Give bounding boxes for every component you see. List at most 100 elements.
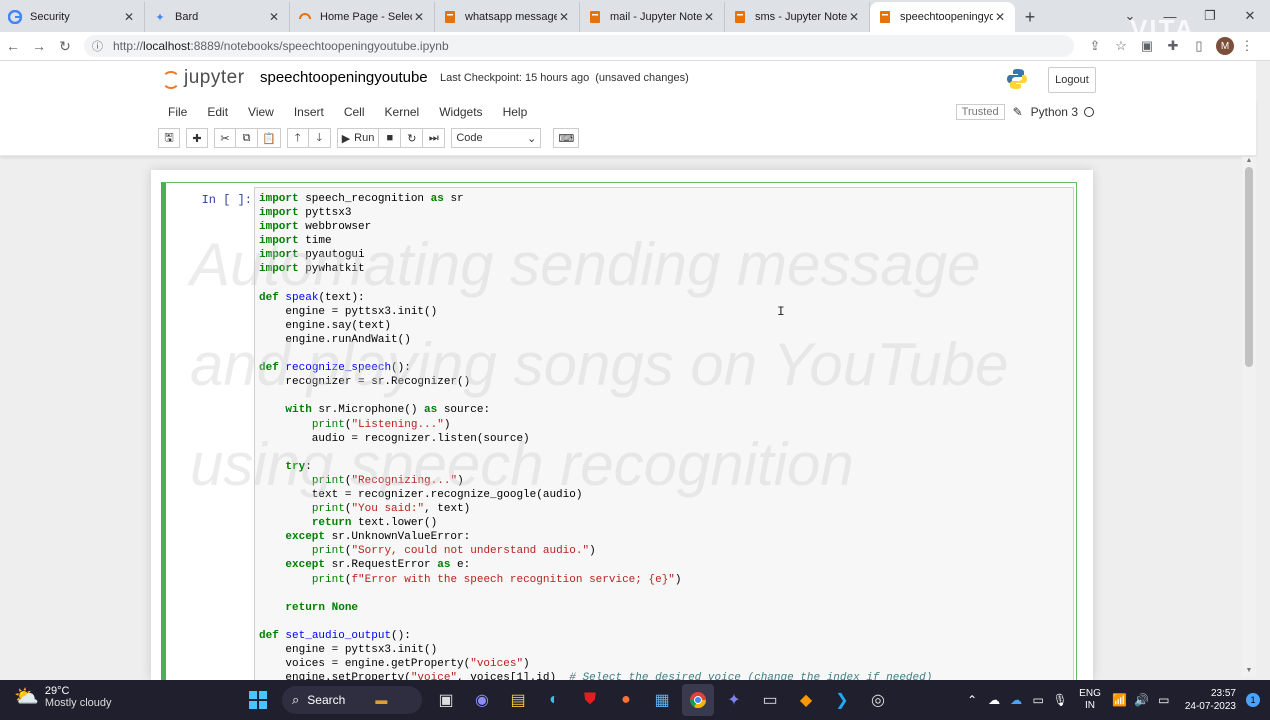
notebook-name[interactable]: speechtoopeningyoutube — [260, 69, 428, 86]
scissors-icon: ✂ — [220, 132, 230, 145]
move-up-button[interactable]: 🡑 — [286, 128, 309, 148]
close-icon[interactable]: ✕ — [122, 10, 136, 24]
browser-tab-whatsapp[interactable]: whatsapp message - ✕ — [435, 2, 580, 32]
menu-widgets[interactable]: Widgets — [429, 105, 492, 119]
code-cell[interactable]: In [ ]: import speech_recognition as sr i… — [161, 182, 1077, 680]
volume-icon[interactable]: 🔊 — [1131, 684, 1153, 716]
kernel-name: Python 3 — [1030, 105, 1078, 119]
jupyter-logo-icon — [160, 67, 180, 89]
taskbar-search[interactable]: ⌕ Search ▬ — [282, 686, 422, 714]
task-view-icon[interactable]: ▣ — [430, 684, 462, 716]
menu-edit[interactable]: Edit — [197, 105, 238, 119]
save-button[interactable]: 🖫 — [158, 128, 180, 148]
scroll-thumb[interactable] — [1245, 167, 1253, 367]
scroll-up-icon[interactable]: ▲ — [1242, 157, 1256, 167]
search-icon: ⌕ — [292, 692, 300, 707]
stop-icon: ■ — [386, 132, 394, 144]
menu-view[interactable]: View — [238, 105, 284, 119]
wifi-icon[interactable]: 📶 — [1109, 684, 1131, 716]
text-cursor-icon: I — [777, 304, 785, 319]
close-icon[interactable]: ✕ — [557, 10, 571, 24]
microsoft-store-icon[interactable]: ▦ — [646, 684, 678, 716]
mcafee-icon[interactable]: ⛊ — [574, 684, 606, 716]
browser-tab-mail[interactable]: mail - Jupyter Noteb ✕ — [580, 2, 725, 32]
tab-title: Home Page - Select o — [320, 11, 412, 23]
insert-cell-button[interactable]: ✚ — [186, 128, 208, 148]
windows-taskbar: ⛅ 29°C Mostly cloudy ⌕ Search ▬ ▣ ◉ ▤ ◐ … — [0, 680, 1270, 720]
cell-type-select[interactable]: Code ⌄ — [451, 128, 542, 148]
teams-icon[interactable]: ✦ — [718, 684, 750, 716]
system-clock[interactable]: 23:57 24-07-2023 — [1185, 687, 1236, 713]
scroll-down-icon[interactable]: ▼ — [1242, 667, 1256, 677]
microphone-icon[interactable]: 🎙 — [1049, 684, 1071, 716]
menu-help[interactable]: Help — [493, 105, 538, 119]
avatar[interactable]: M — [1216, 37, 1234, 55]
chrome-icon[interactable] — [682, 684, 714, 716]
teams-chat-icon[interactable]: ◉ — [466, 684, 498, 716]
close-icon[interactable]: ✕ — [993, 10, 1007, 24]
browser-tab-sms[interactable]: sms - Jupyter Notebo ✕ — [725, 2, 870, 32]
browser-tab-home-page[interactable]: Home Page - Select o ✕ — [290, 2, 435, 32]
notebook-scrollbar[interactable]: ▲ ▼ — [1242, 157, 1256, 677]
notebook-menu-area: File Edit View Insert Cell Kernel Widget… — [0, 99, 1256, 156]
more-menu-icon[interactable]: ⋮ — [1234, 33, 1260, 59]
onedrive-icon[interactable]: ☁ — [983, 684, 1005, 716]
edge-icon[interactable]: ◐ — [538, 684, 570, 716]
menu-insert[interactable]: Insert — [284, 105, 334, 119]
jupyter-logo[interactable]: jupyter — [160, 67, 245, 89]
temperature: 29°C — [44, 684, 70, 697]
cut-button[interactable]: ✂ — [214, 128, 236, 148]
speaker-device-icon[interactable]: ▭ — [1027, 684, 1049, 716]
language-indicator[interactable]: ENG IN — [1079, 688, 1101, 712]
battery-icon[interactable]: ▭ — [1153, 684, 1175, 716]
close-icon[interactable]: ✕ — [702, 10, 716, 24]
cloud-icon[interactable]: ☁ — [1005, 684, 1027, 716]
trusted-badge[interactable]: Trusted — [955, 104, 1005, 120]
code-editor[interactable]: import speech_recognition as sr import py… — [254, 187, 1074, 680]
clock-date: 24-07-2023 — [1184, 701, 1236, 712]
paste-icon: 📋 — [262, 132, 276, 145]
vscode-icon[interactable]: ❯ — [826, 684, 858, 716]
weather-widget[interactable]: ⛅ 29°C Mostly cloudy — [14, 684, 112, 709]
chevron-up-icon[interactable]: ⌃ — [961, 684, 983, 716]
reload-icon[interactable]: ↻ — [52, 33, 78, 59]
browser-tab-speechtoopeningyoutube[interactable]: speechtoopeningyoutu ✕ — [870, 2, 1015, 32]
menu-file[interactable]: File — [158, 105, 197, 119]
close-icon[interactable]: ✕ — [412, 10, 426, 24]
file-explorer-icon[interactable]: ▤ — [502, 684, 534, 716]
copy-button[interactable]: ⧉ — [236, 128, 258, 148]
interrupt-button[interactable]: ■ — [379, 128, 402, 148]
pencil-icon[interactable]: ✎ — [1013, 105, 1023, 119]
notification-badge[interactable]: 1 — [1246, 693, 1260, 707]
browser-tab-bard[interactable]: ✦ Bard ✕ — [145, 2, 290, 32]
new-tab-button[interactable]: + — [1015, 2, 1045, 32]
sublime-icon[interactable]: ◆ — [790, 684, 822, 716]
restart-button[interactable]: ↻ — [401, 128, 424, 148]
restart-run-all-button[interactable]: ⏭ — [423, 128, 446, 148]
browser-tab-security[interactable]: Security ✕ — [0, 2, 145, 32]
command-palette-button[interactable]: ⌨ — [553, 128, 580, 148]
firefox-icon[interactable]: ● — [610, 684, 642, 716]
tab-title: mail - Jupyter Noteb — [610, 11, 702, 23]
menu-kernel[interactable]: Kernel — [375, 105, 430, 119]
share-icon[interactable]: ⇪ — [1082, 33, 1108, 59]
move-down-button[interactable]: 🡓 — [308, 128, 331, 148]
terminal-icon[interactable]: ▭ — [754, 684, 786, 716]
close-icon[interactable]: ✕ — [847, 10, 861, 24]
menu-cell[interactable]: Cell — [334, 105, 375, 119]
address-bar[interactable]: ⓘ http://localhost:8889/notebooks/speech… — [84, 35, 1074, 57]
paste-button[interactable]: 📋 — [258, 128, 281, 148]
close-window-icon[interactable]: ✕ — [1230, 0, 1270, 32]
back-arrow-icon[interactable]: ← — [0, 33, 26, 59]
tab-title: whatsapp message - — [465, 11, 557, 23]
cell-type-value: Code — [456, 132, 483, 144]
windows-start-icon[interactable] — [242, 684, 274, 716]
logout-button[interactable]: Logout — [1048, 67, 1096, 93]
run-button[interactable]: ▶ Run — [336, 128, 380, 148]
forward-arrow-icon[interactable]: → — [26, 33, 52, 59]
jupyter-icon — [733, 10, 747, 24]
github-desktop-icon[interactable]: ◎ — [862, 684, 894, 716]
maximize-icon[interactable]: ❐ — [1190, 0, 1230, 32]
info-icon[interactable]: ⓘ — [92, 38, 103, 54]
close-icon[interactable]: ✕ — [267, 10, 281, 24]
